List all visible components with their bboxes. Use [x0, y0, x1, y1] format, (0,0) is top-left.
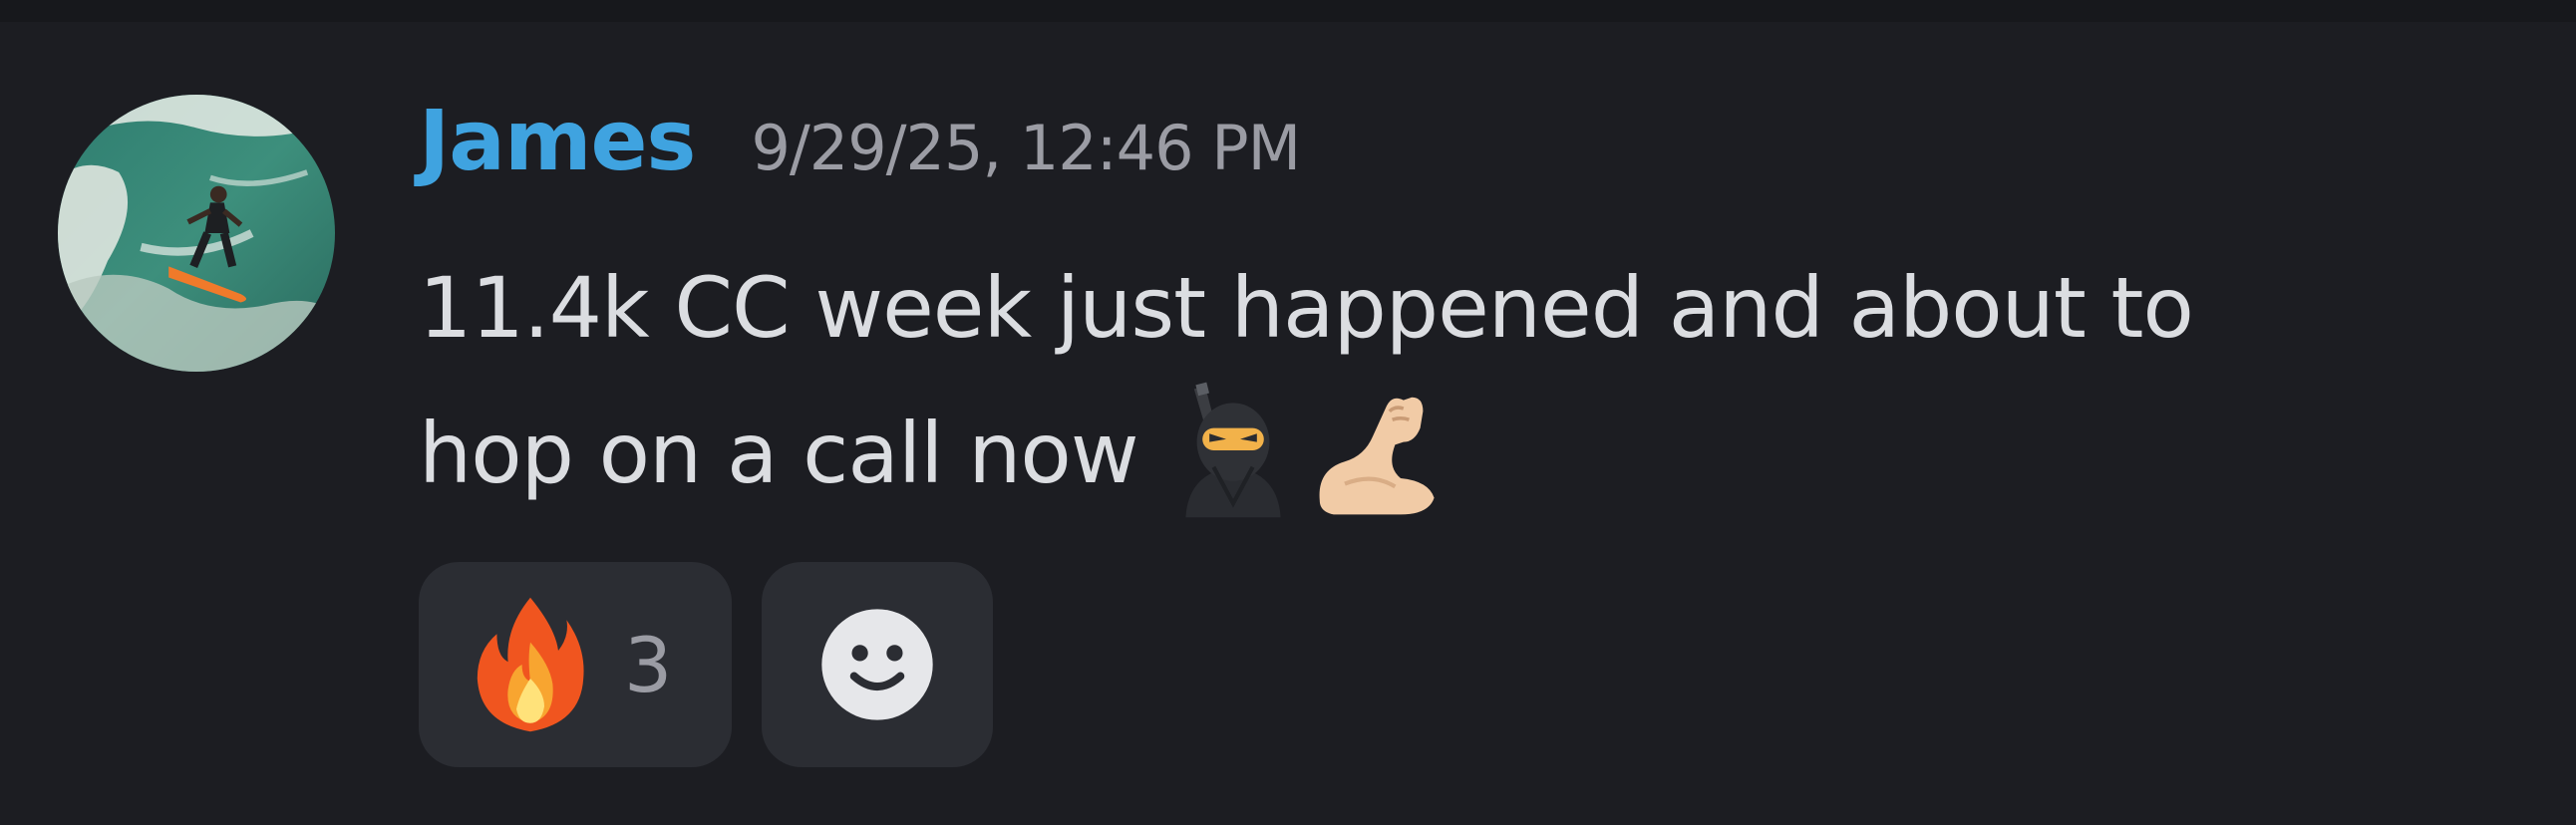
message-timestamp: 9/29/25, 12:46 PM — [751, 112, 1301, 184]
message-line-2: hop on a call now — [419, 405, 1139, 502]
surfer-avatar-image — [58, 95, 335, 372]
ninja-emoji — [1163, 381, 1303, 520]
message-header: James 9/29/25, 12:46 PM — [419, 92, 1301, 201]
add-reaction-button[interactable] — [762, 562, 993, 767]
avatar[interactable] — [58, 95, 335, 372]
flexed-biceps-emoji — [1303, 381, 1443, 520]
fire-emoji — [477, 597, 584, 732]
message-line-2-wrap: hop on a call now — [419, 381, 2512, 526]
top-divider — [0, 0, 2576, 22]
message-line-1: 11.4k CC week just happened and about to — [419, 259, 2194, 357]
message-content: 11.4k CC week just happened and about to… — [419, 235, 2512, 526]
author-name[interactable]: James — [419, 92, 696, 189]
reaction-fire[interactable]: 3 — [419, 562, 732, 767]
reaction-count: 3 — [624, 620, 673, 709]
reactions-bar: 3 — [419, 562, 993, 767]
smiley-add-reaction-icon — [821, 609, 933, 720]
chat-message: James 9/29/25, 12:46 PM 11.4k CC week ju… — [0, 22, 2576, 825]
